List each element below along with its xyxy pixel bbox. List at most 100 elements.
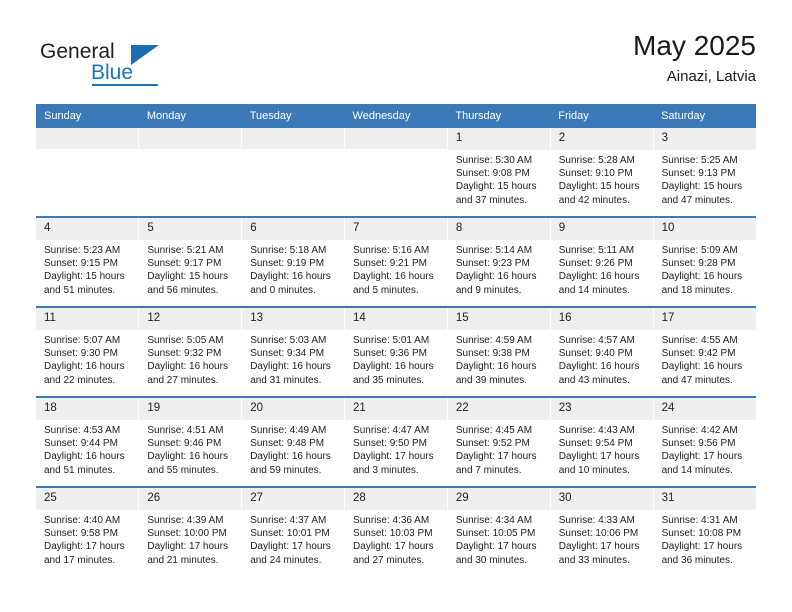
sunrise-text: Sunrise: 4:53 AM xyxy=(44,425,121,436)
sunset-text: Sunset: 9:56 PM xyxy=(661,438,736,450)
day-cell[interactable]: 26 Sunrise: 4:39 AM Sunset: 10:00 PM Day… xyxy=(138,486,243,576)
day-details: Sunrise: 5:28 AM Sunset: 9:10 PM Dayligh… xyxy=(551,150,653,207)
day-cell[interactable]: 24 Sunrise: 4:42 AM Sunset: 9:56 PM Dayl… xyxy=(653,396,756,487)
day-cell[interactable]: 9 Sunrise: 5:11 AM Sunset: 9:26 PM Dayli… xyxy=(550,216,654,307)
week-row: 1 Sunrise: 5:30 AM Sunset: 9:08 PM Dayli… xyxy=(36,128,756,217)
day-number: 4 xyxy=(36,218,139,240)
day-cell[interactable]: 16 Sunrise: 4:57 AM Sunset: 9:40 PM Dayl… xyxy=(550,306,654,397)
day-cell[interactable]: 25 Sunrise: 4:40 AM Sunset: 9:58 PM Dayl… xyxy=(36,486,140,576)
sunset-text: Sunset: 9:50 PM xyxy=(353,438,427,450)
day-number xyxy=(139,128,242,149)
day-cell[interactable]: 21 Sunrise: 4:47 AM Sunset: 9:50 PM Dayl… xyxy=(344,396,448,487)
day-number: 5 xyxy=(139,218,242,240)
day-cell[interactable]: 5 Sunrise: 5:21 AM Sunset: 9:17 PM Dayli… xyxy=(138,216,243,307)
sunrise-text: Sunrise: 5:16 AM xyxy=(353,245,430,256)
day-details: Sunrise: 4:40 AM Sunset: 9:58 PM Dayligh… xyxy=(36,510,138,567)
day-number: 9 xyxy=(550,218,653,240)
day-cell[interactable]: 28 Sunrise: 4:36 AM Sunset: 10:03 PM Day… xyxy=(344,486,448,576)
day-cell[interactable]: 13 Sunrise: 5:03 AM Sunset: 9:34 PM Dayl… xyxy=(241,306,346,397)
day-cell[interactable]: 27 Sunrise: 4:37 AM Sunset: 10:01 PM Day… xyxy=(241,486,346,576)
day-cell[interactable]: 22 Sunrise: 4:45 AM Sunset: 9:52 PM Dayl… xyxy=(447,396,551,487)
sunrise-text: Sunrise: 4:55 AM xyxy=(661,335,738,346)
daylight-text-line1: Daylight: 17 hours xyxy=(661,541,743,553)
weekday-header-friday: Friday xyxy=(550,104,654,128)
day-cell[interactable] xyxy=(344,128,448,217)
title-block: May 2025 Ainazi, Latvia xyxy=(633,30,756,86)
daylight-text-line1: Daylight: 17 hours xyxy=(250,541,331,553)
daylight-text-line2: and 0 minutes. xyxy=(250,284,316,296)
day-details: Sunrise: 4:43 AM Sunset: 9:54 PM Dayligh… xyxy=(551,420,653,477)
page-header: General Blue May 2025 Ainazi, Latvia xyxy=(36,30,756,92)
day-cell[interactable]: 15 Sunrise: 4:59 AM Sunset: 9:38 PM Dayl… xyxy=(447,306,551,397)
day-cell[interactable]: 3 Sunrise: 5:25 AM Sunset: 9:13 PM Dayli… xyxy=(653,128,756,217)
day-number: 12 xyxy=(139,308,242,330)
day-cell[interactable]: 1 Sunrise: 5:30 AM Sunset: 9:08 PM Dayli… xyxy=(447,128,551,217)
daylight-text-line1: Daylight: 15 hours xyxy=(44,271,125,283)
day-details: Sunrise: 5:14 AM Sunset: 9:23 PM Dayligh… xyxy=(448,240,550,297)
daylight-text-line1: Daylight: 16 hours xyxy=(44,451,125,463)
brand-logo[interactable]: General Blue xyxy=(36,32,286,90)
day-number: 1 xyxy=(447,128,550,150)
day-cell[interactable]: 17 Sunrise: 4:55 AM Sunset: 9:42 PM Dayl… xyxy=(653,306,756,397)
day-cell[interactable]: 10 Sunrise: 5:09 AM Sunset: 9:28 PM Dayl… xyxy=(653,216,756,307)
week-row: 11 Sunrise: 5:07 AM Sunset: 9:30 PM Dayl… xyxy=(36,306,756,397)
daylight-text-line2: and 47 minutes. xyxy=(661,374,733,386)
day-cell[interactable]: 23 Sunrise: 4:43 AM Sunset: 9:54 PM Dayl… xyxy=(550,396,654,487)
day-cell[interactable]: 31 Sunrise: 4:31 AM Sunset: 10:08 PM Day… xyxy=(653,486,756,576)
day-cell[interactable]: 6 Sunrise: 5:18 AM Sunset: 9:19 PM Dayli… xyxy=(241,216,346,307)
day-cell[interactable] xyxy=(241,128,346,217)
day-cell[interactable]: 20 Sunrise: 4:49 AM Sunset: 9:48 PM Dayl… xyxy=(241,396,346,487)
daylight-text-line1: Daylight: 17 hours xyxy=(353,451,434,463)
day-number: 8 xyxy=(447,218,550,240)
sunrise-text: Sunrise: 4:33 AM xyxy=(558,515,635,526)
daylight-text-line2: and 24 minutes. xyxy=(250,554,322,566)
calendar-body: 1 Sunrise: 5:30 AM Sunset: 9:08 PM Dayli… xyxy=(36,128,756,576)
day-details: Sunrise: 4:49 AM Sunset: 9:48 PM Dayligh… xyxy=(242,420,344,477)
day-cell[interactable]: 4 Sunrise: 5:23 AM Sunset: 9:15 PM Dayli… xyxy=(36,216,140,307)
daylight-text-line2: and 9 minutes. xyxy=(455,284,522,296)
sunrise-text: Sunrise: 5:09 AM xyxy=(661,245,738,256)
sunset-text: Sunset: 9:48 PM xyxy=(250,438,325,450)
day-cell[interactable]: 2 Sunrise: 5:28 AM Sunset: 9:10 PM Dayli… xyxy=(550,128,654,217)
sunset-text: Sunset: 9:58 PM xyxy=(44,528,118,540)
sunset-text: Sunset: 9:08 PM xyxy=(455,168,530,180)
day-cell[interactable]: 14 Sunrise: 5:01 AM Sunset: 9:36 PM Dayl… xyxy=(344,306,448,397)
day-cell[interactable]: 11 Sunrise: 5:07 AM Sunset: 9:30 PM Dayl… xyxy=(36,306,140,397)
sunset-text: Sunset: 10:05 PM xyxy=(455,528,536,540)
day-details: Sunrise: 4:34 AM Sunset: 10:05 PM Daylig… xyxy=(448,510,550,567)
day-details: Sunrise: 4:31 AM Sunset: 10:08 PM Daylig… xyxy=(654,510,756,567)
day-number: 31 xyxy=(653,488,756,510)
daylight-text-line2: and 27 minutes. xyxy=(353,554,425,566)
daylight-text-line2: and 30 minutes. xyxy=(455,554,528,566)
daylight-text-line2: and 21 minutes. xyxy=(147,554,219,566)
daylight-text-line2: and 59 minutes. xyxy=(250,464,322,476)
day-number: 24 xyxy=(653,398,756,420)
day-number: 23 xyxy=(550,398,653,420)
day-details: Sunrise: 5:16 AM Sunset: 9:21 PM Dayligh… xyxy=(345,240,447,297)
sunset-text: Sunset: 9:21 PM xyxy=(353,258,427,270)
day-details: Sunrise: 4:59 AM Sunset: 9:38 PM Dayligh… xyxy=(448,330,550,387)
sunrise-text: Sunrise: 4:36 AM xyxy=(353,515,430,526)
day-cell[interactable]: 30 Sunrise: 4:33 AM Sunset: 10:06 PM Day… xyxy=(550,486,654,576)
day-cell[interactable]: 29 Sunrise: 4:34 AM Sunset: 10:05 PM Day… xyxy=(447,486,551,576)
brand-name-bottom: Blue xyxy=(91,61,134,84)
day-details: Sunrise: 5:03 AM Sunset: 9:34 PM Dayligh… xyxy=(242,330,344,387)
daylight-text-line2: and 27 minutes. xyxy=(147,374,219,386)
day-cell[interactable]: 18 Sunrise: 4:53 AM Sunset: 9:44 PM Dayl… xyxy=(36,396,140,487)
daylight-text-line1: Daylight: 16 hours xyxy=(147,451,228,463)
day-cell[interactable] xyxy=(138,128,243,217)
daylight-text-line2: and 22 minutes. xyxy=(44,374,116,386)
day-cell[interactable]: 12 Sunrise: 5:05 AM Sunset: 9:32 PM Dayl… xyxy=(138,306,243,397)
sunset-text: Sunset: 9:19 PM xyxy=(250,258,325,270)
day-cell[interactable]: 7 Sunrise: 5:16 AM Sunset: 9:21 PM Dayli… xyxy=(344,216,448,307)
weekday-header-row: Sunday Monday Tuesday Wednesday Thursday… xyxy=(36,104,756,128)
day-details: Sunrise: 5:09 AM Sunset: 9:28 PM Dayligh… xyxy=(654,240,756,297)
daylight-text-line1: Daylight: 16 hours xyxy=(250,451,331,463)
day-cell[interactable] xyxy=(36,128,140,217)
daylight-text-line1: Daylight: 17 hours xyxy=(455,451,537,463)
day-cell[interactable]: 8 Sunrise: 5:14 AM Sunset: 9:23 PM Dayli… xyxy=(447,216,551,307)
day-number: 2 xyxy=(550,128,653,150)
day-details: Sunrise: 4:53 AM Sunset: 9:44 PM Dayligh… xyxy=(36,420,138,477)
day-cell[interactable]: 19 Sunrise: 4:51 AM Sunset: 9:46 PM Dayl… xyxy=(138,396,243,487)
day-number xyxy=(242,128,345,149)
